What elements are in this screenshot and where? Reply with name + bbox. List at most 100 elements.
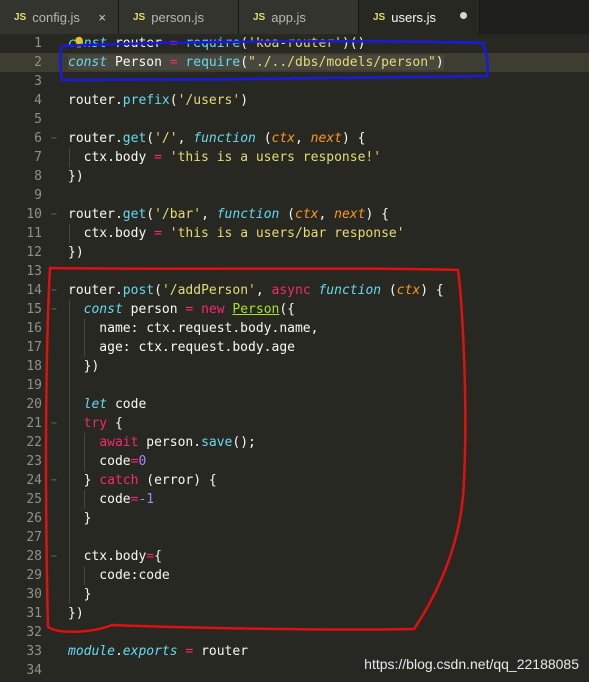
line-number: 9 xyxy=(34,188,42,203)
code-token: exports xyxy=(122,644,178,659)
code-token: ctx.body xyxy=(68,549,147,564)
indent-guide xyxy=(69,300,70,604)
line-number: 19 xyxy=(26,378,42,393)
code-line[interactable]: 2 const Person = require("./../dbs/models… xyxy=(0,53,589,72)
code-token: '/' xyxy=(154,131,178,146)
fold-icon[interactable]: − xyxy=(51,129,57,148)
code-token: = xyxy=(169,55,178,70)
line-number: 14 xyxy=(26,283,42,298)
code-token: new xyxy=(201,302,225,317)
code-line[interactable]: 26 } xyxy=(0,509,589,528)
code-line[interactable]: 29 code:code xyxy=(0,566,589,585)
code-text: }) xyxy=(68,357,100,376)
line-number: 5 xyxy=(34,112,42,127)
code-line[interactable]: 30 } xyxy=(0,585,589,604)
tab-app-js[interactable]: JS app.js xyxy=(239,0,359,34)
code-line[interactable]: 15− const person = new Person({ xyxy=(0,300,589,319)
code-token: let xyxy=(83,397,108,412)
code-token: } xyxy=(68,473,100,488)
code-text: router.prefix('/users') xyxy=(68,91,248,110)
code-token: ( xyxy=(169,93,178,108)
code-line[interactable]: 3 xyxy=(0,72,589,91)
code-line[interactable]: 11 ctx.body = 'this is a users/bar respo… xyxy=(0,224,589,243)
fold-icon[interactable]: − xyxy=(51,205,57,224)
code-token: code xyxy=(107,397,147,412)
code-token: ( xyxy=(381,283,397,298)
watermark: https://blog.csdn.net/qq_22188085 xyxy=(364,656,579,672)
code-token: ) xyxy=(435,55,444,70)
code-line[interactable]: 22 await person.save(); xyxy=(0,433,589,452)
code-token: router. xyxy=(68,283,123,298)
code-line[interactable]: 17 age: ctx.request.body.age xyxy=(0,338,589,357)
code-line[interactable]: 1 const router = require('koa-router')() xyxy=(0,34,589,53)
code-line[interactable]: 5 xyxy=(0,110,589,129)
line-number: 29 xyxy=(26,568,42,583)
code-line[interactable]: 25 code=-1 xyxy=(0,490,589,509)
code-text: const person = new Person({ xyxy=(68,300,295,319)
js-file-icon: JS xyxy=(253,11,266,23)
unsaved-dot-icon[interactable] xyxy=(460,12,467,19)
code-text: name: ctx.request.body.name, xyxy=(68,319,318,338)
code-text: router.get('/', function (ctx, next) { xyxy=(68,129,365,148)
code-line[interactable]: 8}) xyxy=(0,167,589,186)
code-line[interactable]: 13 xyxy=(0,262,589,281)
code-line[interactable]: 10− router.get('/bar', function (ctx, nex… xyxy=(0,205,589,224)
code-line[interactable]: 27 xyxy=(0,528,589,547)
code-line[interactable]: 16 name: ctx.request.body.name, xyxy=(0,319,589,338)
code-line[interactable]: 6− router.get('/', function (ctx, next) { xyxy=(0,129,589,148)
code-line[interactable]: 4 router.prefix('/users') xyxy=(0,91,589,110)
code-token: code xyxy=(68,454,131,469)
code-token: , xyxy=(295,131,311,146)
code-token: ( xyxy=(240,36,249,51)
tab-person-js[interactable]: JS person.js xyxy=(119,0,239,34)
code-text: ctx.body={ xyxy=(68,547,162,566)
code-line[interactable]: 31}) xyxy=(0,604,589,623)
fold-icon[interactable]: − xyxy=(51,281,57,300)
code-token: ) { xyxy=(420,283,444,298)
code-line[interactable]: 23 code=0 xyxy=(0,452,589,471)
code-editor[interactable]: 1 const router = require('koa-router')() 2… xyxy=(0,34,589,682)
fold-icon[interactable]: − xyxy=(51,471,57,490)
code-token: catch xyxy=(99,473,139,488)
code-text: }) xyxy=(68,604,84,623)
line-number: 31 xyxy=(26,606,42,621)
code-line[interactable]: 20 let code xyxy=(0,395,589,414)
code-token: ctx.body xyxy=(68,226,155,241)
code-text: }) xyxy=(68,167,84,186)
fold-icon[interactable]: − xyxy=(51,547,57,566)
tab-users-js[interactable]: JS users.js xyxy=(359,0,480,34)
code-token: router xyxy=(193,644,249,659)
code-line[interactable]: 24− } catch (error) { xyxy=(0,471,589,490)
code-text: } xyxy=(68,509,92,528)
tab-config-js[interactable]: JS config.js × xyxy=(0,0,119,34)
line-number: 22 xyxy=(26,435,42,450)
close-icon[interactable]: × xyxy=(98,10,106,25)
code-line[interactable]: 9 xyxy=(0,186,589,205)
tab-label: person.js xyxy=(151,9,204,25)
code-line[interactable]: 19 xyxy=(0,376,589,395)
code-token: '/addPerson' xyxy=(161,283,256,298)
code-line[interactable]: 12}) xyxy=(0,243,589,262)
line-number: 23 xyxy=(26,454,42,469)
code-token: save xyxy=(201,435,233,450)
code-line[interactable]: 18 }) xyxy=(0,357,589,376)
code-line[interactable]: 14− router.post('/addPerson', async funct… xyxy=(0,281,589,300)
indent-guide xyxy=(84,566,85,585)
fold-icon[interactable]: − xyxy=(51,414,57,433)
code-line[interactable]: 32 xyxy=(0,623,589,642)
js-file-icon: JS xyxy=(373,11,386,23)
line-number: 34 xyxy=(26,663,42,678)
code-line[interactable]: 28− ctx.body={ xyxy=(0,547,589,566)
code-line[interactable]: 7 ctx.body = 'this is a users response!' xyxy=(0,148,589,167)
code-token: '/bar' xyxy=(154,207,202,222)
code-token: Person xyxy=(107,55,170,70)
code-token: ctx xyxy=(295,207,319,222)
line-number: 27 xyxy=(26,530,42,545)
code-token: const xyxy=(68,55,108,70)
lightbulb-icon[interactable] xyxy=(74,36,84,48)
code-line[interactable]: 21− try { xyxy=(0,414,589,433)
fold-icon[interactable]: − xyxy=(51,300,57,319)
